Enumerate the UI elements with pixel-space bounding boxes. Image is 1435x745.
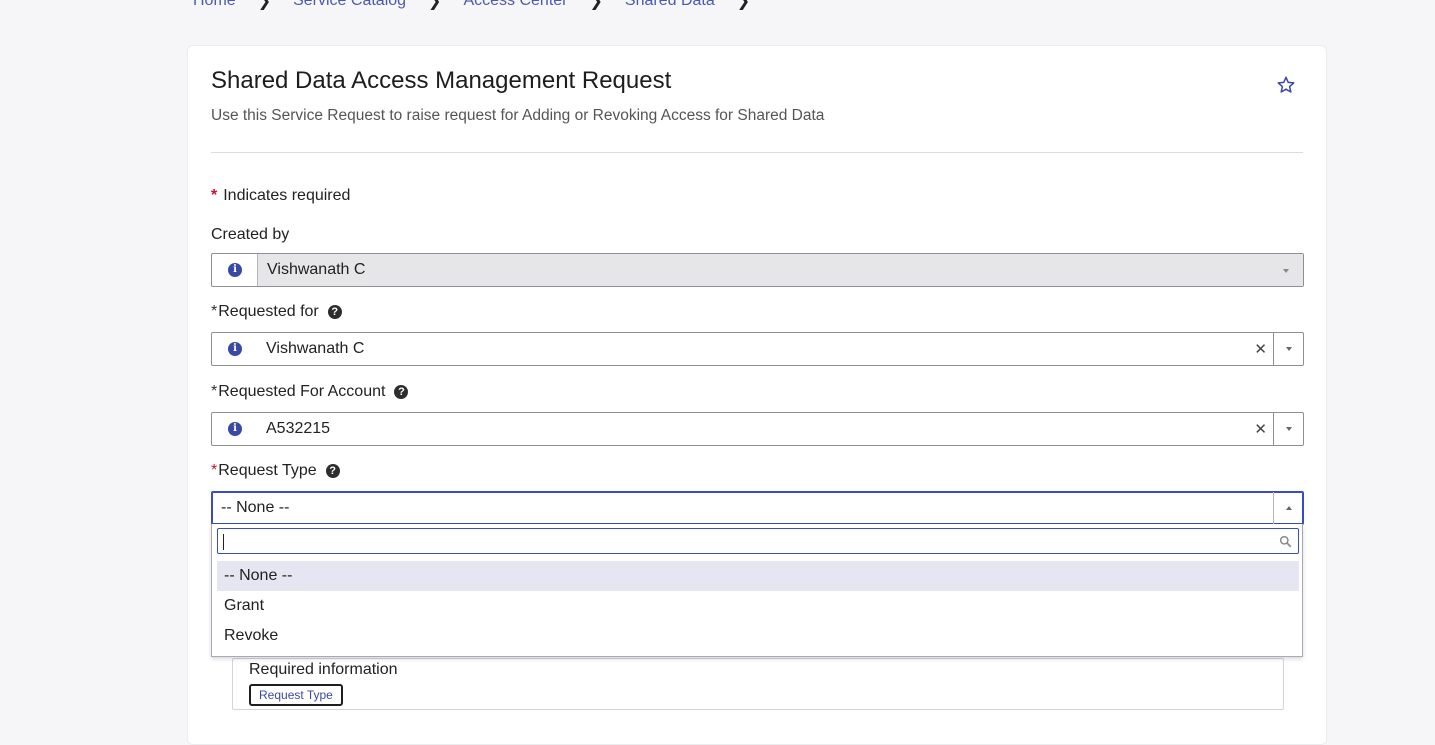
page-subtitle: Use this Service Request to raise reques… [211, 107, 825, 124]
requested-for-label: * Requested for ? [211, 303, 342, 321]
clear-icon[interactable]: ✕ [1254, 420, 1267, 438]
dropdown-option-none[interactable]: -- None -- [217, 561, 1299, 591]
created-by-readonly-area [257, 254, 1303, 286]
requested-for-info-button[interactable]: i [212, 333, 258, 365]
dropdown-option-grant[interactable]: Grant [217, 591, 1299, 621]
breadcrumb-separator-icon: ❯ [428, 0, 442, 10]
required-note: * Indicates required [211, 187, 350, 205]
request-type-label-text: Request Type [218, 462, 317, 479]
required-asterisk: * [211, 383, 218, 400]
chevron-down-icon [1285, 427, 1292, 431]
search-icon [1279, 535, 1292, 548]
help-icon[interactable]: ? [327, 305, 342, 319]
request-type-select[interactable]: -- None -- [211, 491, 1304, 525]
breadcrumb-home[interactable]: Home [193, 0, 236, 10]
text-cursor [223, 534, 224, 550]
required-field-link-request-type[interactable]: Request Type [249, 684, 343, 706]
clear-icon[interactable]: ✕ [1254, 340, 1267, 358]
info-icon: i [228, 422, 242, 436]
chevron-down-icon [1283, 269, 1289, 273]
requested-for-account-value: A532215 [266, 420, 331, 437]
breadcrumb-separator-icon: ❯ [589, 0, 603, 10]
requested-for-account-dropdown-toggle[interactable] [1273, 413, 1303, 445]
help-icon[interactable]: ? [394, 385, 409, 399]
requested-for-label-text: Requested for [218, 303, 319, 320]
title-divider [211, 152, 1303, 153]
breadcrumb: Home ❯ Service Catalog ❯ Access Center ❯… [193, 0, 772, 11]
chevron-down-icon [1285, 347, 1292, 351]
required-information-title: Required information [249, 661, 398, 678]
created-by-field: i Vishwanath C [211, 253, 1304, 287]
required-asterisk: * [211, 187, 218, 204]
required-asterisk: * [211, 462, 218, 479]
breadcrumb-separator-icon: ❯ [257, 0, 272, 10]
created-by-value: Vishwanath C [267, 261, 366, 278]
breadcrumb-service-catalog[interactable]: Service Catalog [293, 0, 406, 10]
breadcrumb-separator-icon: ❯ [736, 0, 751, 10]
requested-for-account-field[interactable]: i A532215 ✕ [211, 412, 1304, 446]
requested-for-field[interactable]: i Vishwanath C ✕ [211, 332, 1304, 366]
request-type-dropdown: -- None -- Grant Revoke [211, 524, 1303, 657]
page-title: Shared Data Access Management Request [211, 67, 672, 94]
favorite-star-icon[interactable] [1276, 75, 1296, 95]
info-icon: i [228, 342, 242, 356]
requested-for-account-info-button[interactable]: i [212, 413, 258, 445]
created-by-label: Created by [211, 226, 289, 244]
help-icon[interactable]: ? [325, 464, 340, 478]
required-information-box: Required information Request Type [232, 658, 1284, 710]
required-note-text: Indicates required [223, 187, 351, 204]
breadcrumb-access-center[interactable]: Access Center [463, 0, 567, 10]
dropdown-search-box[interactable] [217, 528, 1299, 554]
requested-for-dropdown-toggle[interactable] [1273, 333, 1303, 365]
created-by-info-button[interactable]: i [212, 254, 258, 286]
breadcrumb-shared-data[interactable]: Shared Data [625, 0, 715, 10]
request-type-label: * Request Type ? [211, 462, 340, 480]
request-type-dropdown-toggle[interactable] [1273, 492, 1303, 524]
required-asterisk: * [211, 303, 218, 320]
chevron-up-icon [1285, 506, 1292, 510]
request-type-value: -- None -- [221, 499, 290, 516]
requested-for-account-label: * Requested For Account ? [211, 383, 409, 401]
requested-for-value: Vishwanath C [266, 340, 365, 357]
dropdown-search-input[interactable] [224, 529, 1264, 553]
created-by-label-text: Created by [211, 226, 290, 243]
requested-for-account-label-text: Requested For Account [218, 383, 386, 400]
dropdown-option-revoke[interactable]: Revoke [217, 621, 1299, 651]
info-icon: i [228, 263, 242, 277]
